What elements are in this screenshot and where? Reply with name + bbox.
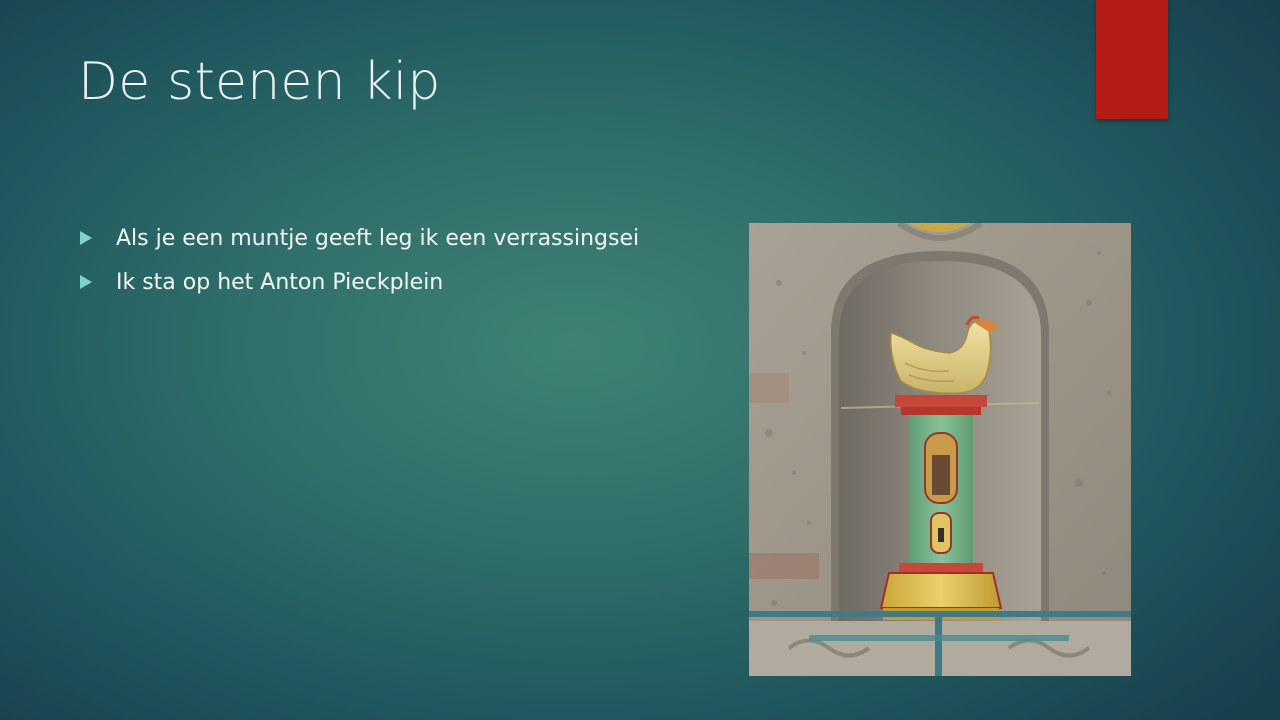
triangle-bullet-icon (80, 275, 92, 289)
accent-bar (1096, 0, 1168, 119)
hen-statue-photo (749, 223, 1131, 676)
slide: De stenen kip Als je een muntje geeft le… (0, 0, 1280, 720)
bullet-text: Als je een muntje geeft leg ik een verra… (116, 225, 640, 251)
slide-title: De stenen kip (78, 52, 441, 112)
triangle-bullet-icon (80, 231, 92, 245)
bullet-text: Ik sta op het Anton Pieckplein (116, 269, 444, 295)
list-item: Als je een muntje geeft leg ik een verra… (78, 222, 639, 254)
bullet-list: Als je een muntje geeft leg ik een verra… (78, 222, 639, 310)
list-item: Ik sta op het Anton Pieckplein (78, 266, 639, 298)
